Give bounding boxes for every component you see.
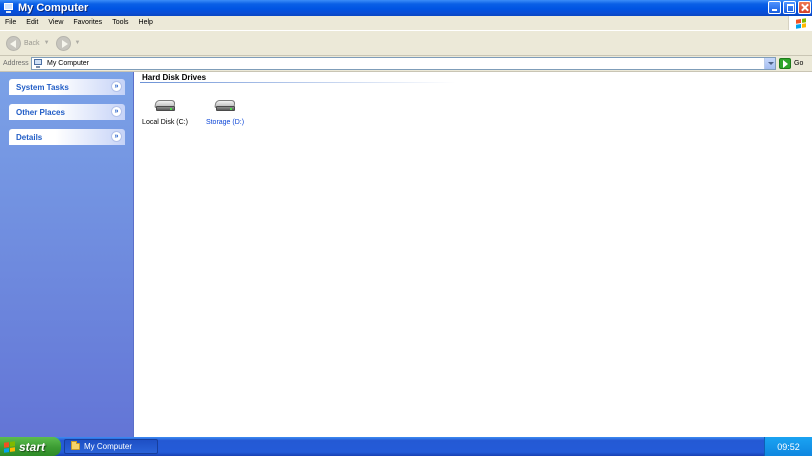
- menu-edit[interactable]: Edit: [21, 16, 43, 30]
- menu-view[interactable]: View: [43, 16, 68, 30]
- clock[interactable]: 09:52: [777, 442, 800, 452]
- my-computer-icon: [3, 2, 14, 14]
- hard-drive-icon: [154, 99, 176, 113]
- address-dropdown-icon[interactable]: [764, 58, 775, 69]
- close-button[interactable]: [798, 1, 811, 14]
- forward-button[interactable]: ▼: [55, 35, 81, 51]
- my-computer-small-icon: [34, 59, 43, 68]
- forward-arrow-icon: [55, 35, 71, 51]
- forward-dropdown-icon[interactable]: ▼: [75, 40, 81, 46]
- back-dropdown-icon[interactable]: ▼: [44, 40, 50, 46]
- drive-storage-d[interactable]: Storage (D:): [195, 99, 255, 126]
- system-tasks-label: System Tasks: [16, 82, 69, 92]
- expand-chevron-icon[interactable]: »: [111, 131, 122, 142]
- address-bar: Address My Computer Go: [0, 56, 812, 72]
- drive-local-disk-c[interactable]: Local Disk (C:): [135, 99, 195, 126]
- group-title-hard-disk-drives: Hard Disk Drives: [142, 73, 207, 82]
- system-tasks-header[interactable]: System Tasks »: [9, 79, 125, 95]
- expand-chevron-icon[interactable]: »: [111, 81, 122, 92]
- details-header[interactable]: Details »: [9, 129, 125, 145]
- minimize-button[interactable]: [768, 1, 781, 14]
- other-places-header[interactable]: Other Places »: [9, 104, 125, 120]
- start-label: start: [19, 439, 46, 454]
- file-view: Hard Disk Drives Local Disk (C:) Storage…: [134, 72, 812, 437]
- menu-bar: File Edit View Favorites Tools Help: [0, 16, 812, 30]
- back-button[interactable]: Back ▼: [6, 35, 50, 51]
- back-arrow-icon: [6, 35, 21, 51]
- go-button[interactable]: Go: [779, 58, 803, 69]
- go-label: Go: [794, 60, 804, 67]
- taskbar-item-label: My Computer: [84, 442, 133, 451]
- start-button[interactable]: start: [0, 437, 61, 456]
- menu-tools[interactable]: Tools: [107, 16, 133, 30]
- back-label: Back: [24, 39, 40, 47]
- hard-drive-icon: [214, 99, 236, 113]
- other-places-label: Other Places: [16, 107, 65, 117]
- address-input[interactable]: My Computer: [31, 57, 776, 70]
- title-bar[interactable]: My Computer: [0, 0, 812, 16]
- address-label: Address: [3, 60, 29, 67]
- details-label: Details: [16, 132, 43, 142]
- standard-toolbar: Back ▼ ▼: [0, 30, 812, 56]
- drive-label: Storage (D:): [205, 119, 245, 126]
- window-title: My Computer: [18, 2, 89, 14]
- drive-label: Local Disk (C:): [142, 119, 188, 126]
- taskbar-item-my-computer[interactable]: My Computer: [64, 439, 158, 454]
- menu-file[interactable]: File: [0, 16, 21, 30]
- address-value: My Computer: [47, 60, 90, 67]
- taskbar: start My Computer 09:52: [0, 437, 812, 456]
- windows-flag-icon: [4, 440, 15, 453]
- expand-chevron-icon[interactable]: »: [111, 106, 122, 117]
- menu-help[interactable]: Help: [134, 16, 158, 30]
- windows-logo-icon: [788, 16, 812, 30]
- menu-favorites[interactable]: Favorites: [68, 16, 107, 30]
- task-pane: System Tasks » Other Places » Details »: [0, 72, 134, 437]
- window-controls: [768, 1, 811, 14]
- maximize-button[interactable]: [783, 1, 796, 14]
- folder-icon: [71, 441, 80, 450]
- go-arrow-icon: [779, 58, 791, 69]
- group-divider: [140, 82, 456, 83]
- system-tray: 09:52: [764, 437, 812, 456]
- explorer-window: My Computer File Edit View Favorites Too…: [0, 0, 812, 437]
